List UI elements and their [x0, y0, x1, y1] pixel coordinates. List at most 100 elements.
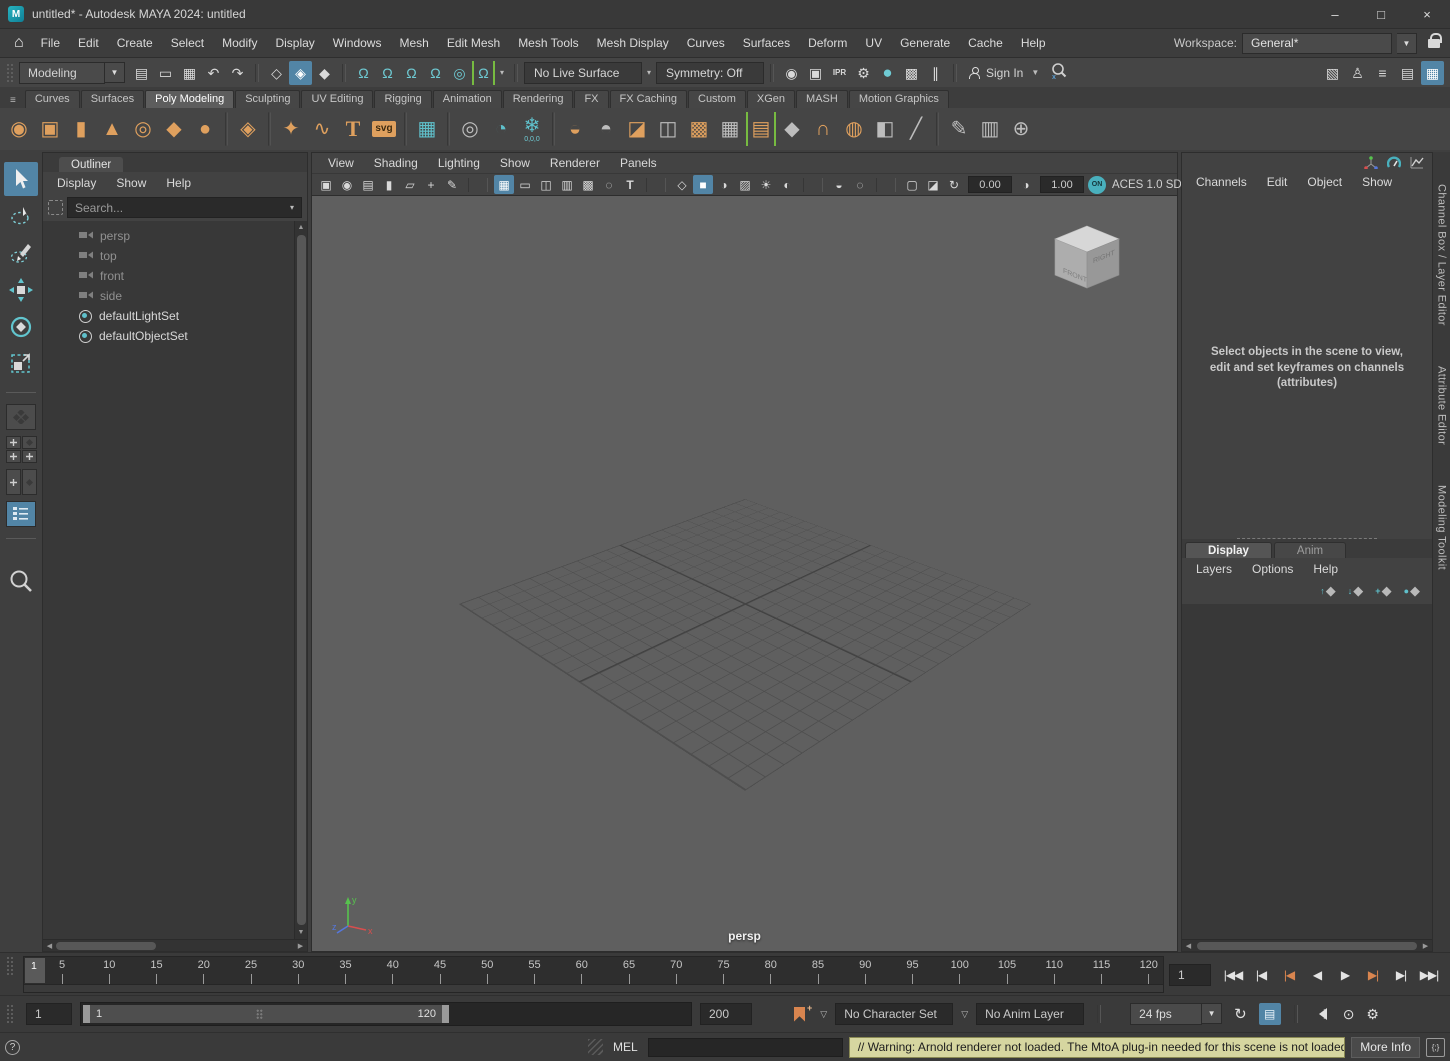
bookmark-icon[interactable]: ▮	[379, 175, 399, 194]
anim-layer-caret[interactable]: ▽	[961, 1009, 968, 1020]
new-scene-button[interactable]: ▤	[130, 61, 153, 85]
zoom-tool[interactable]	[4, 564, 38, 598]
menu-item[interactable]: Windows	[324, 29, 391, 58]
outliner-horizontal-scrollbar[interactable]: ◀ ▶	[43, 939, 307, 951]
scroll-left-arrow[interactable]: ◀	[43, 942, 56, 950]
shelf-menu-icon[interactable]: ≡	[10, 95, 16, 106]
more-info-button[interactable]: More Info	[1351, 1037, 1420, 1058]
create-empty-layer-button[interactable]: +◆	[1375, 583, 1391, 599]
shelf-tab[interactable]: XGen	[747, 90, 795, 108]
scrollbar-thumb[interactable]	[297, 235, 306, 925]
scrollbar-thumb[interactable]	[56, 942, 156, 950]
playback-range[interactable]: 1 120	[83, 1005, 449, 1023]
pause-viewport-button[interactable]: ∥	[924, 61, 947, 85]
extrude-button[interactable]: ▤	[746, 112, 776, 146]
outliner-persp-layout-button[interactable]	[6, 501, 36, 527]
menu-item[interactable]: Mesh Tools	[509, 29, 587, 58]
menu-item[interactable]: Edit	[69, 29, 108, 58]
outliner-item-camera[interactable]: persp	[43, 226, 294, 246]
poly-cone-button[interactable]: ▲	[97, 112, 127, 146]
filter-icon[interactable]	[48, 200, 63, 215]
animation-start-field[interactable]: 1	[26, 1003, 72, 1025]
frame-tick[interactable]: 40	[381, 959, 405, 985]
use-all-lights-button[interactable]: ☀	[756, 175, 776, 194]
animation-preferences-icon[interactable]: ⚙	[1366, 1006, 1379, 1023]
play-forward-button[interactable]: ▶	[1332, 968, 1358, 982]
layer-move-down-button[interactable]: ↓◆	[1348, 583, 1364, 599]
snap-options-caret[interactable]: ▾	[496, 61, 508, 85]
poly-plane-button[interactable]: ◆	[159, 112, 189, 146]
circularize-button[interactable]: ◍	[839, 112, 869, 146]
gate-mask-toggle[interactable]: ▥	[557, 175, 577, 194]
channel-box-horizontal-scrollbar[interactable]: ◀ ▶	[1182, 939, 1432, 951]
frame-tick[interactable]: 90	[853, 959, 877, 985]
shelf-tab[interactable]: Poly Modeling	[145, 90, 234, 108]
viewport-menu-item[interactable]: Lighting	[428, 156, 490, 170]
display-layers-toggle[interactable]: ▦	[1421, 61, 1444, 85]
field-chart-toggle[interactable]: ▩	[578, 175, 598, 194]
poly-cube-button[interactable]: ▣	[35, 112, 65, 146]
minimize-button[interactable]: –	[1312, 0, 1358, 28]
character-controls-toggle[interactable]: ♙	[1346, 61, 1369, 85]
exposure-field[interactable]: 0.00	[968, 176, 1012, 193]
time-editor-mute-button[interactable]: ▤	[1259, 1003, 1281, 1025]
shelf-tab[interactable]: UV Editing	[301, 90, 373, 108]
frame-tick[interactable]: 120	[1137, 959, 1161, 985]
play-backward-button[interactable]: ◀	[1304, 968, 1330, 982]
snap-to-curves-button[interactable]: Ω	[376, 61, 399, 85]
frame-tick[interactable]: 110	[1042, 959, 1066, 985]
lock-icon[interactable]	[1428, 39, 1440, 48]
color-management-toggle[interactable]: ON	[1088, 176, 1106, 194]
frame-tick[interactable]: 45	[428, 959, 452, 985]
menu-set-dropdown[interactable]: Modeling	[19, 62, 105, 84]
image-plane-icon[interactable]: ▱	[400, 175, 420, 194]
uv-editor-button[interactable]: ▦	[412, 112, 442, 146]
exposure-icon[interactable]: ↻	[944, 175, 964, 194]
current-frame-field[interactable]: 1	[1169, 964, 1211, 986]
outliner-item-set[interactable]: defaultLightSet	[43, 306, 294, 326]
isolate-select-button[interactable]: ▢	[902, 175, 922, 194]
shelf-tab[interactable]: Custom	[688, 90, 746, 108]
scroll-right-arrow[interactable]: ▶	[294, 942, 307, 950]
outliner-menu-item[interactable]: Help	[156, 176, 201, 190]
step-back-key-button[interactable]: |◀	[1276, 968, 1302, 982]
make-live-button[interactable]: ◎	[448, 61, 471, 85]
frame-tick[interactable]: 95	[901, 959, 925, 985]
xray-button[interactable]: ◪	[923, 175, 943, 194]
boolean-button[interactable]: ◫	[653, 112, 683, 146]
attribute-editor-toggle[interactable]: ▤	[1396, 61, 1419, 85]
viewport-menu-item[interactable]: Panels	[610, 156, 667, 170]
frame-tick[interactable]: 65	[617, 959, 641, 985]
outliner-item-camera[interactable]: side	[43, 286, 294, 306]
save-scene-button[interactable]: ▦	[178, 61, 201, 85]
layer-editor-menu-item[interactable]: Help	[1303, 562, 1348, 576]
combine-button[interactable]: ◒	[560, 112, 590, 146]
sidebar-vertical-tab[interactable]: Modeling Toolkit	[1436, 485, 1448, 570]
frame-tick[interactable]: 5	[50, 959, 74, 985]
workspace-dropdown[interactable]: General*	[1242, 33, 1392, 54]
menu-item[interactable]: Help	[1012, 29, 1055, 58]
character-set-caret[interactable]: ▽	[820, 1009, 827, 1020]
menu-item[interactable]: UV	[856, 29, 891, 58]
range-grip[interactable]	[256, 1009, 263, 1020]
view-cube[interactable]: FRONT RIGHT	[1049, 222, 1125, 297]
search-caret-icon[interactable]: ▾	[290, 203, 294, 212]
character-set-field[interactable]: No Character Set	[835, 1003, 953, 1025]
motion-blur-button[interactable]: ◌	[850, 175, 870, 194]
safe-title-toggle[interactable]: T	[620, 175, 640, 194]
safe-action-toggle[interactable]: ◌	[599, 175, 619, 194]
search-input[interactable]: Search... ▾	[67, 197, 302, 218]
render-current-frame-button[interactable]: ▣	[804, 61, 827, 85]
layer-editor-tab[interactable]: Anim	[1274, 542, 1346, 558]
modeling-toolkit-toggle[interactable]: ▧	[1321, 61, 1344, 85]
snap-together-button[interactable]: Ω	[472, 61, 495, 85]
channel-box-menu-item[interactable]: Show	[1352, 175, 1402, 189]
speed-dial-icon[interactable]	[1387, 156, 1401, 172]
shelf-tab[interactable]: FX Caching	[610, 90, 687, 108]
live-surface-field[interactable]: No Live Surface	[524, 62, 642, 84]
search-icon[interactable]: x	[1050, 62, 1068, 83]
layer-editor-menu-item[interactable]: Layers	[1186, 562, 1242, 576]
viewport-menu-item[interactable]: Shading	[364, 156, 428, 170]
scroll-up-arrow[interactable]: ▲	[298, 221, 305, 234]
show-manipulator-button[interactable]: ◎	[455, 112, 485, 146]
